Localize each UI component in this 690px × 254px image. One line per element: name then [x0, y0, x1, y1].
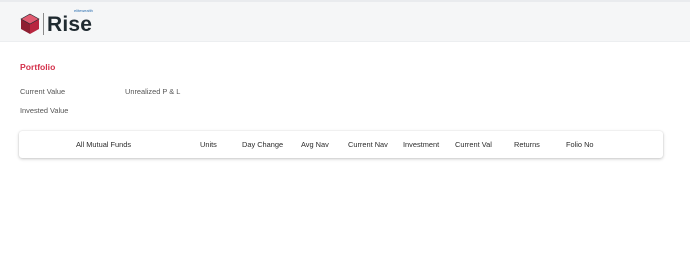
- unrealized-pl-label: Unrealized P & L: [125, 87, 181, 96]
- col-header-returns[interactable]: Returns: [514, 140, 540, 149]
- invested-value-label: Invested Value: [20, 106, 69, 115]
- col-header-current-nav[interactable]: Current Nav: [348, 140, 388, 149]
- brand-name: Rise: [47, 13, 93, 36]
- brand-logo[interactable]: Rise elitewealth: [20, 8, 93, 37]
- col-header-investment[interactable]: Investment: [403, 140, 439, 149]
- col-header-funds[interactable]: All Mutual Funds: [76, 140, 131, 149]
- col-header-current-val[interactable]: Current Val: [455, 140, 492, 149]
- col-header-units[interactable]: Units: [200, 140, 217, 149]
- brand-subtitle: elitewealth: [74, 8, 93, 13]
- top-header: Rise elitewealth: [0, 0, 690, 42]
- logo-divider: [43, 13, 44, 35]
- col-header-folio-no[interactable]: Folio No: [566, 140, 594, 149]
- col-header-avg-nav[interactable]: Avg Nav: [301, 140, 329, 149]
- col-header-day-change[interactable]: Day Change: [242, 140, 283, 149]
- page-title: Portfolio: [20, 62, 56, 72]
- cube-logo-icon: [20, 13, 40, 34]
- current-value-label: Current Value: [20, 87, 66, 96]
- holdings-table-header: All Mutual Funds Units Day Change Avg Na…: [19, 131, 663, 158]
